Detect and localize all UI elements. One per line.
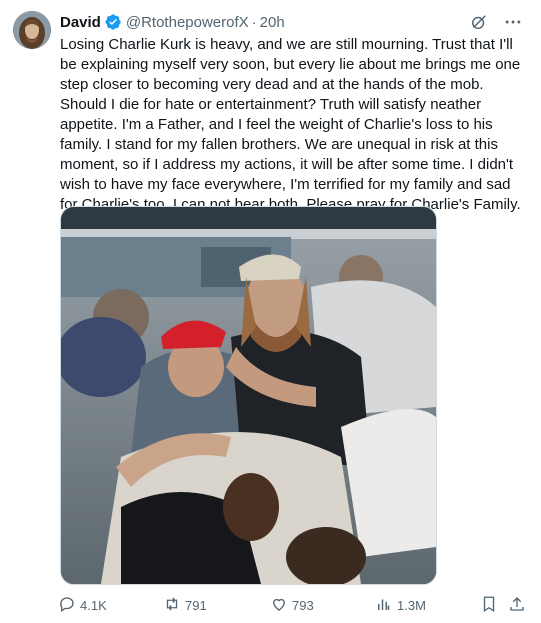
repost-count: 791 bbox=[185, 597, 207, 613]
post-time[interactable]: 20h bbox=[260, 14, 285, 31]
repost-button[interactable]: 791 bbox=[163, 594, 207, 616]
views-count: 1.3M bbox=[397, 597, 426, 613]
more-icon[interactable] bbox=[503, 12, 523, 32]
post-header: David @RtothepowerofX · 20h bbox=[60, 12, 285, 32]
bookmark-button[interactable] bbox=[480, 594, 498, 616]
bookmark-icon bbox=[480, 595, 498, 616]
top-actions bbox=[469, 12, 523, 32]
repost-icon bbox=[163, 595, 181, 616]
views-icon bbox=[375, 595, 393, 616]
tweet[interactable]: David @RtothepowerofX · 20h Losing Charl… bbox=[0, 0, 541, 623]
grok-icon[interactable] bbox=[469, 12, 489, 32]
post-media-image[interactable] bbox=[60, 206, 437, 585]
reply-button[interactable]: 4.1K bbox=[58, 594, 107, 616]
like-button[interactable]: 793 bbox=[270, 594, 314, 616]
share-button[interactable] bbox=[508, 594, 526, 616]
avatar[interactable] bbox=[13, 11, 51, 49]
like-count: 793 bbox=[292, 597, 314, 613]
share-icon bbox=[508, 595, 526, 616]
verified-badge-icon bbox=[104, 13, 122, 31]
reply-count: 4.1K bbox=[80, 597, 107, 613]
author-handle[interactable]: @RtothepowerofX bbox=[126, 14, 249, 31]
reply-icon bbox=[58, 595, 76, 616]
post-text: Losing Charlie Kurk is heavy, and we are… bbox=[60, 36, 525, 213]
views-button[interactable]: 1.3M bbox=[375, 594, 426, 616]
separator-dot: · bbox=[251, 13, 257, 31]
like-icon bbox=[270, 595, 288, 616]
action-bar: 4.1K 791 793 1.3M bbox=[58, 594, 528, 616]
author-name[interactable]: David bbox=[60, 14, 101, 31]
